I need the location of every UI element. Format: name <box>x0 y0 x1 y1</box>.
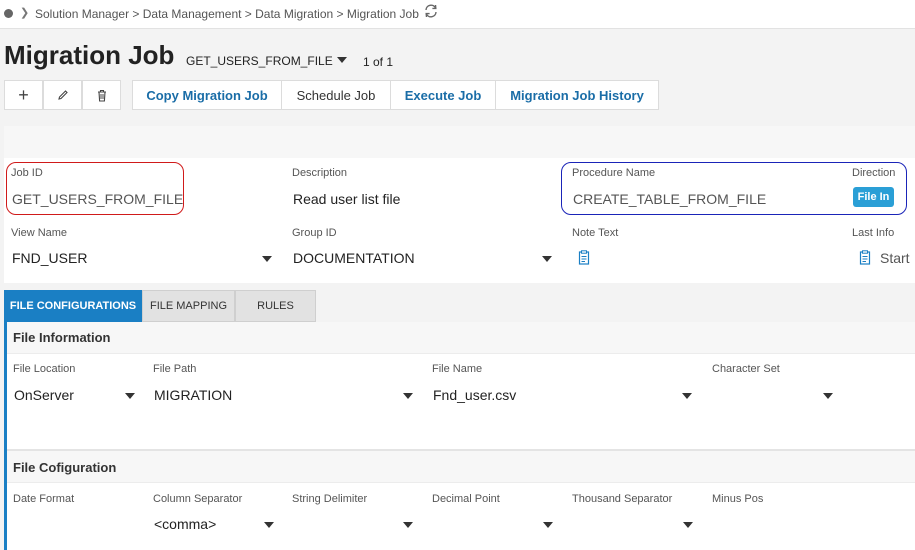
job-id-field[interactable]: GET_USERS_FROM_FILE <box>12 191 183 207</box>
chevron-down-icon[interactable] <box>682 393 692 399</box>
description-field[interactable]: Read user list file <box>293 191 400 207</box>
date-format-label: Date Format <box>13 493 75 505</box>
character-set-label: Character Set <box>712 363 780 375</box>
decimal-point-label: Decimal Point <box>432 493 500 505</box>
group-id-label: Group ID <box>292 227 337 239</box>
file-path-field[interactable]: MIGRATION <box>154 387 232 403</box>
file-information-heading: File Information <box>13 330 111 345</box>
record-count: 1 of 1 <box>363 55 394 69</box>
tab-rules[interactable]: RULES <box>235 290 316 322</box>
file-name-field[interactable]: Fnd_user.csv <box>433 387 516 403</box>
string-delimiter-label: String Delimiter <box>292 493 368 505</box>
chevron-down-icon[interactable] <box>683 522 693 528</box>
file-information-header <box>7 322 915 354</box>
refresh-icon[interactable] <box>423 3 439 24</box>
chevron-down-icon[interactable] <box>823 393 833 399</box>
file-location-label: File Location <box>13 363 76 375</box>
home-dot-icon[interactable] <box>4 9 13 18</box>
delete-button[interactable] <box>82 80 121 110</box>
pencil-icon <box>57 90 68 100</box>
tab-file-configurations[interactable]: FILE CONFIGURATIONS <box>4 290 142 322</box>
column-separator-label: Column Separator <box>153 493 243 505</box>
execute-job-button[interactable]: Execute Job <box>390 80 496 110</box>
chevron-down-icon[interactable] <box>403 393 413 399</box>
header-panel-strip <box>4 126 915 158</box>
procedure-name-label: Procedure Name <box>572 167 656 179</box>
direction-label: Direction <box>852 167 896 179</box>
direction-badge: File In <box>853 187 894 207</box>
add-button[interactable]: + <box>4 80 43 110</box>
view-name-field[interactable]: FND_USER <box>12 250 87 266</box>
last-info-value: Start <box>880 250 910 266</box>
note-icon[interactable] <box>578 250 590 270</box>
schedule-job-button[interactable]: Schedule Job <box>281 80 391 110</box>
description-label: Description <box>292 167 348 179</box>
thousand-separator-label: Thousand Separator <box>572 493 673 505</box>
chevron-down-icon[interactable] <box>337 57 347 63</box>
trash-icon <box>97 89 106 102</box>
edit-button[interactable] <box>43 80 82 110</box>
migration-job-history-button[interactable]: Migration Job History <box>495 80 659 110</box>
chevron-down-icon[interactable] <box>125 393 135 399</box>
file-configuration-heading: File Cofiguration <box>13 460 117 475</box>
breadcrumb[interactable]: Solution Manager > Data Management > Dat… <box>35 7 419 21</box>
file-location-field[interactable]: OnServer <box>14 387 74 403</box>
info-note-icon[interactable] <box>859 250 871 270</box>
file-path-label: File Path <box>153 363 197 375</box>
file-configuration-header <box>7 451 915 483</box>
copy-migration-job-button[interactable]: Copy Migration Job <box>132 80 282 110</box>
view-name-label: View Name <box>11 227 68 239</box>
page-title: Migration Job <box>4 40 175 70</box>
tab-file-mapping[interactable]: FILE MAPPING <box>142 290 235 322</box>
job-id-label: Job ID <box>11 167 43 179</box>
minus-pos-label: Minus Pos <box>712 493 764 505</box>
last-info-label: Last Info <box>852 227 895 239</box>
plus-icon: + <box>18 84 29 105</box>
chevron-down-icon[interactable] <box>403 522 413 528</box>
group-id-field[interactable]: DOCUMENTATION <box>293 250 415 266</box>
chevron-down-icon[interactable] <box>264 522 274 528</box>
file-configurations-panel <box>4 322 915 550</box>
record-selector[interactable]: GET_USERS_FROM_FILE <box>186 54 333 68</box>
chevron-down-icon[interactable] <box>543 522 553 528</box>
chevron-down-icon[interactable] <box>262 256 272 262</box>
chevron-down-icon[interactable] <box>542 256 552 262</box>
note-text-label: Note Text <box>572 227 619 239</box>
procedure-name-field[interactable]: CREATE_TABLE_FROM_FILE <box>573 191 766 207</box>
column-separator-field[interactable]: <comma> <box>154 516 216 532</box>
file-name-label: File Name <box>432 363 483 375</box>
chevron-right-icon: ❯ <box>20 7 30 19</box>
